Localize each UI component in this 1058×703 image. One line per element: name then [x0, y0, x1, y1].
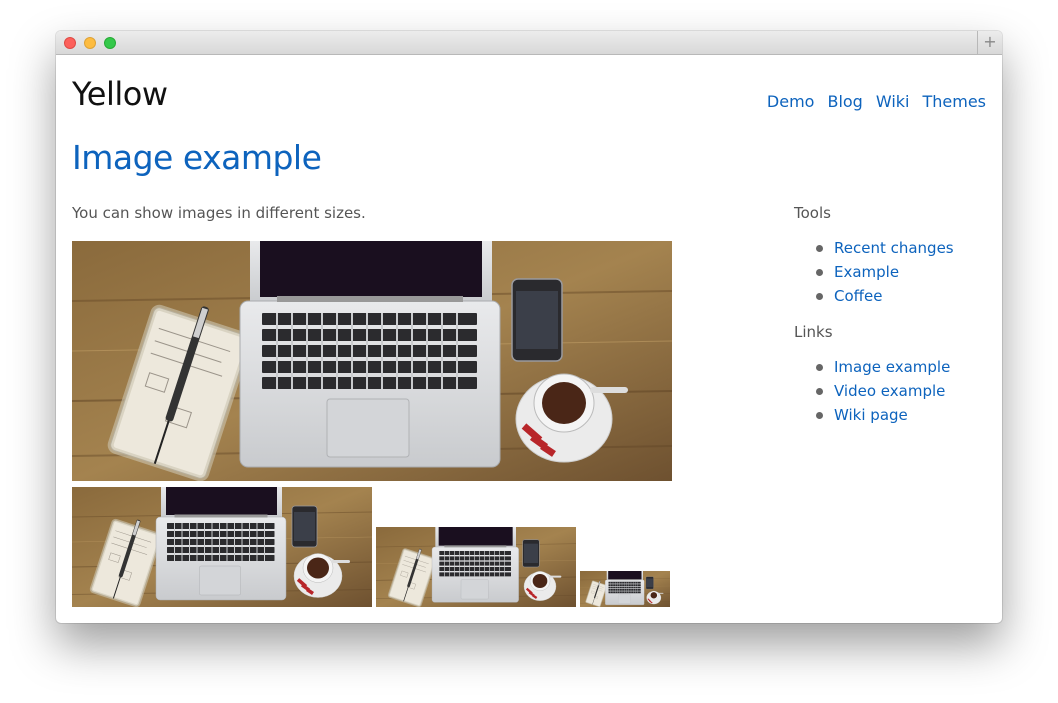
sidebar-link-wiki-page[interactable]: Wiki page	[834, 406, 908, 424]
sidebar-link-example[interactable]: Example	[834, 263, 899, 281]
page-title: Image example	[72, 138, 322, 177]
sidebar-link-coffee[interactable]: Coffee	[834, 287, 882, 305]
image-small	[376, 527, 576, 607]
nav-link-themes[interactable]: Themes	[922, 92, 986, 111]
window-titlebar: +	[56, 31, 1002, 55]
sidebar-links-block: Links Image example Video example Wiki p…	[794, 323, 984, 427]
sidebar-tools-heading: Tools	[794, 204, 831, 222]
image-tiny	[580, 571, 670, 607]
maximize-window-button[interactable]	[104, 37, 116, 49]
intro-paragraph: You can show images in different sizes.	[72, 204, 366, 222]
list-item: Example	[794, 260, 984, 284]
list-item: Coffee	[794, 284, 984, 308]
browser-window: + Yellow Demo Blog Wiki Themes Image exa…	[56, 31, 1002, 623]
top-navigation: Demo Blog Wiki Themes	[767, 92, 986, 111]
nav-link-blog[interactable]: Blog	[827, 92, 862, 111]
list-item: Image example	[794, 355, 984, 379]
sidebar-links-heading: Links	[794, 323, 833, 341]
sidebar: Tools Recent changes Example Coffee Link…	[794, 204, 984, 427]
image-large	[72, 241, 672, 481]
sidebar-tools-list: Recent changes Example Coffee	[794, 236, 984, 308]
sidebar-link-recent-changes[interactable]: Recent changes	[834, 239, 954, 257]
list-item: Video example	[794, 379, 984, 403]
site-title-link[interactable]: Yellow	[72, 75, 168, 113]
close-window-button[interactable]	[64, 37, 76, 49]
new-tab-plus-icon[interactable]: +	[977, 31, 1002, 54]
nav-link-demo[interactable]: Demo	[767, 92, 815, 111]
image-medium	[72, 487, 372, 607]
list-item: Wiki page	[794, 403, 984, 427]
sidebar-links-list: Image example Video example Wiki page	[794, 355, 984, 427]
list-item: Recent changes	[794, 236, 984, 260]
sidebar-link-image-example[interactable]: Image example	[834, 358, 950, 376]
sidebar-link-video-example[interactable]: Video example	[834, 382, 945, 400]
nav-link-wiki[interactable]: Wiki	[876, 92, 910, 111]
minimize-window-button[interactable]	[84, 37, 96, 49]
page-content: Yellow Demo Blog Wiki Themes Image examp…	[56, 55, 1002, 623]
